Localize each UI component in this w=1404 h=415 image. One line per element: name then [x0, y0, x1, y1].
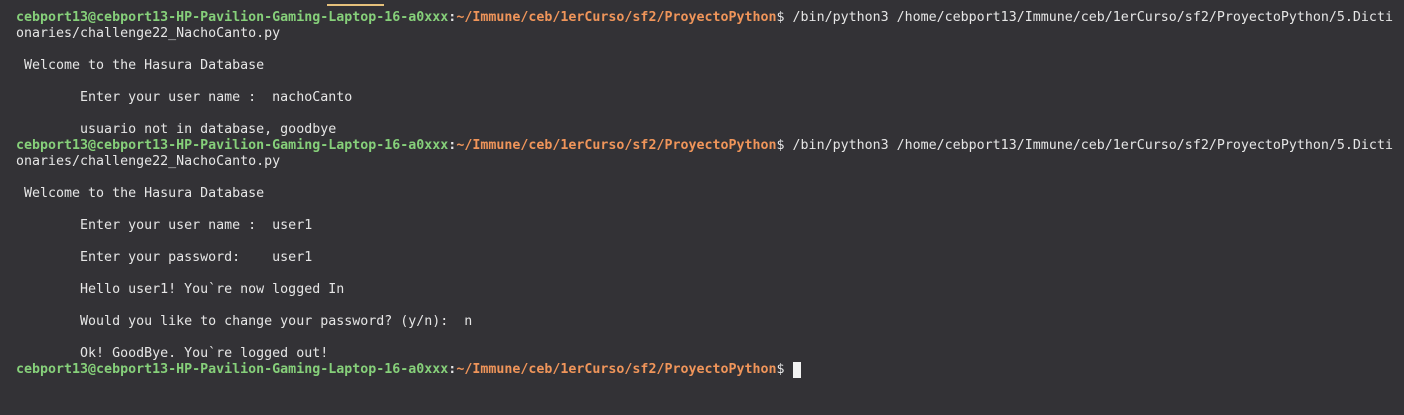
hello-message: Hello user1! You`re now logged In	[16, 282, 345, 297]
prompt-user-host: cebport13@cebport13-HP-Pavilion-Gaming-L…	[16, 362, 449, 377]
text-cursor[interactable]	[792, 362, 801, 378]
command-wrap-line: onaries/challenge22_NachoCanto.py	[16, 154, 281, 169]
password-prompt: Enter your password: user1	[16, 250, 313, 265]
prompt-user-host: cebport13@cebport13-HP-Pavilion-Gaming-L…	[16, 138, 449, 153]
command-text: /bin/python3 /home/cebport13/Immune/ceb/…	[792, 138, 1393, 153]
prompt-path: ~/Immune/ceb/1erCurso/sf2/ProyectoPython	[456, 138, 777, 153]
prompt-symbol: $	[776, 10, 793, 25]
prompt-path: ~/Immune/ceb/1erCurso/sf2/ProyectoPython	[456, 10, 777, 25]
terminal-output[interactable]: cebport13@cebport13-HP-Pavilion-Gaming-L…	[16, 10, 1396, 378]
result-message: usuario not in database, goodbye	[16, 122, 337, 137]
prompt-line: cebport13@cebport13-HP-Pavilion-Gaming-L…	[16, 10, 1396, 26]
username-prompt: Enter your user name : nachoCanto	[16, 90, 353, 105]
prompt-path: ~/Immune/ceb/1erCurso/sf2/ProyectoPython	[456, 362, 777, 377]
prompt-symbol: $	[776, 138, 793, 153]
welcome-message: Welcome to the Hasura Database	[16, 58, 265, 73]
command-wrap-line: onaries/challenge22_NachoCanto.py	[16, 26, 281, 41]
prompt-user-host: cebport13@cebport13-HP-Pavilion-Gaming-L…	[16, 10, 449, 25]
welcome-message: Welcome to the Hasura Database	[16, 186, 265, 201]
active-tab-indicator	[327, 4, 384, 6]
change-password-prompt: Would you like to change your password? …	[16, 314, 473, 329]
prompt-line: cebport13@cebport13-HP-Pavilion-Gaming-L…	[16, 138, 1396, 154]
goodbye-message: Ok! GoodBye. You`re logged out!	[16, 346, 329, 361]
prompt-symbol: $	[776, 362, 793, 377]
username-prompt: Enter your user name : user1	[16, 218, 313, 233]
current-prompt-line[interactable]: cebport13@cebport13-HP-Pavilion-Gaming-L…	[16, 362, 1396, 378]
command-text: /bin/python3 /home/cebport13/Immune/ceb/…	[792, 10, 1393, 25]
